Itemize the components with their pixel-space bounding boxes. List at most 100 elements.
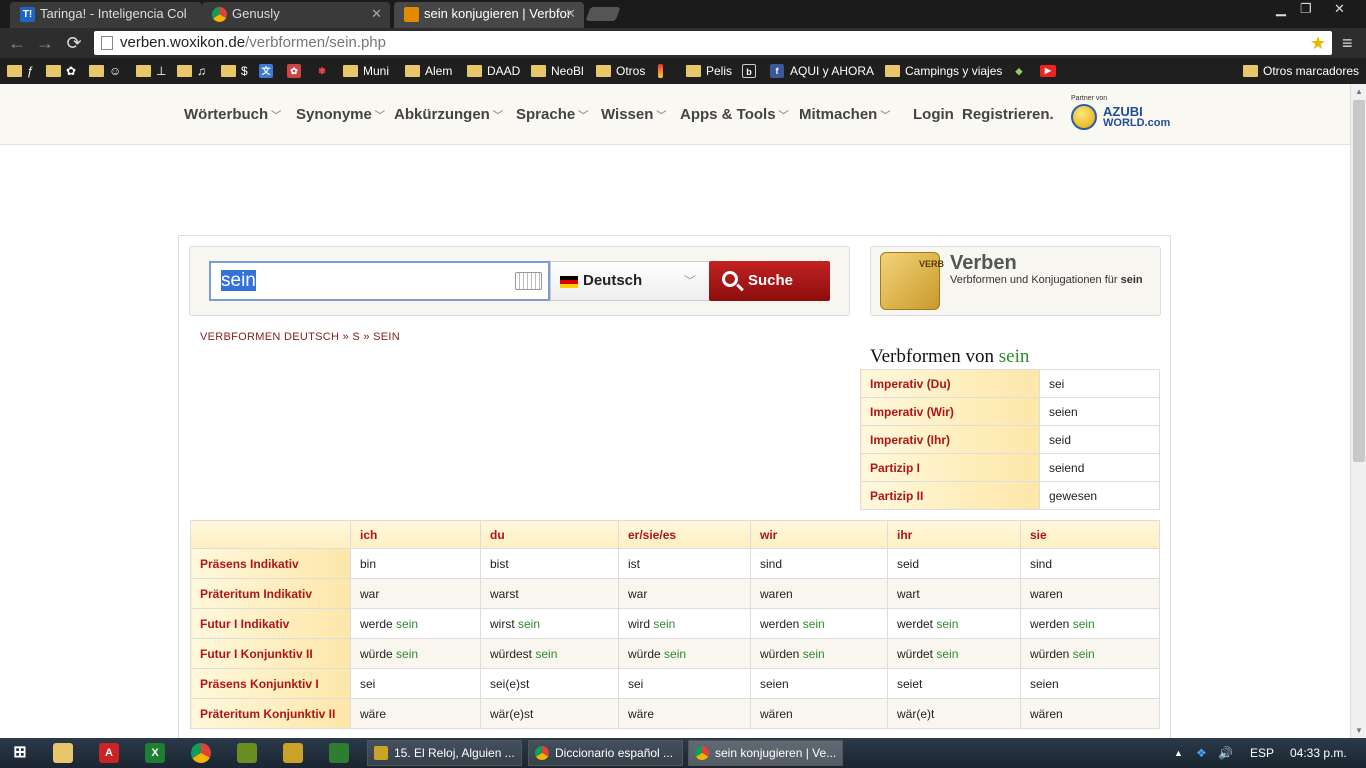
bookmark-folder[interactable]: ƒ (7, 62, 34, 80)
bookmark-photo[interactable]: ✿ (287, 62, 307, 80)
url-field[interactable]: verben.woxikon.de/verbformen/sein.php ★ (94, 31, 1332, 55)
task-label: 15. El Reloj, Alguien ... (394, 746, 515, 760)
bookmark-translate[interactable]: 文 (259, 62, 279, 80)
bookmark-android[interactable]: ◆ (1012, 62, 1032, 80)
infinitive-link[interactable]: sein (803, 617, 825, 631)
conjugation-cell: würde sein (350, 638, 481, 669)
bookmark-folder-muni[interactable]: Muni (343, 62, 389, 80)
app-icon[interactable] (283, 743, 303, 763)
tray-expand-icon[interactable]: ▲ (1174, 748, 1183, 758)
taskbar-task[interactable]: Diccionario español ... (528, 740, 683, 766)
chrome-menu-icon[interactable]: ≡ (1342, 33, 1353, 54)
chrome-icon[interactable] (191, 743, 211, 763)
infinitive-link[interactable]: sein (396, 647, 418, 661)
taskbar-task[interactable]: sein konjugieren | Ve... (688, 740, 843, 766)
infinitive-link[interactable]: sein (1073, 617, 1095, 631)
back-icon[interactable]: ← (6, 32, 28, 54)
verb-form: würden (760, 646, 803, 661)
infinitive-link[interactable]: sein (664, 647, 686, 661)
vertical-scrollbar[interactable]: ▲ ▼ (1350, 84, 1366, 738)
infinitive-link[interactable]: sein (535, 647, 557, 661)
taskbar-task[interactable]: 15. El Reloj, Alguien ... (367, 740, 522, 766)
bookmark-b[interactable]: b (742, 62, 762, 80)
minimize-icon[interactable]: ▁ (1276, 0, 1286, 18)
app-icon[interactable] (329, 743, 349, 763)
new-tab-button[interactable] (585, 7, 621, 21)
task-label: sein konjugieren | Ve... (715, 746, 837, 760)
language-indicator[interactable]: ESP (1250, 746, 1274, 760)
tab-genusly[interactable]: Genusly ✕ (202, 2, 390, 28)
forward-icon[interactable]: → (34, 32, 56, 54)
nav-sprache[interactable]: Sprache ﹀ (516, 106, 588, 123)
close-window-icon[interactable]: ✕ (1334, 0, 1345, 18)
conjugation-cell: werden sein (750, 608, 888, 639)
site-header: Wörterbuch ﹀ Synonyme ﹀ Abkürzungen ﹀ Sprac… (0, 84, 1350, 145)
bookmark-folder[interactable]: $ (221, 62, 248, 80)
bookmark-youtube[interactable]: ▶ (1040, 62, 1060, 80)
bookmark-folder[interactable]: ✿ (46, 62, 76, 80)
verb-form: sei(e)st (490, 676, 530, 691)
nav-apps-tools[interactable]: Apps & Tools ﹀ (680, 106, 789, 123)
bookmark-folder-otros[interactable]: Otros (596, 62, 645, 80)
excel-icon[interactable]: X (145, 743, 165, 763)
bookmark-folder[interactable]: ⊥ (136, 62, 166, 80)
infinitive-link[interactable]: sein (396, 617, 418, 631)
search-input[interactable]: sein (209, 261, 550, 301)
windows-start-icon[interactable]: ⊞ (10, 743, 30, 763)
register-link[interactable]: Registrieren. (962, 106, 1054, 123)
nav-synonyme[interactable]: Synonyme ﹀ (296, 106, 385, 123)
bookmark-folder-pelis[interactable]: Pelis (686, 62, 732, 80)
restore-icon[interactable]: ❐ (1300, 0, 1312, 18)
bookmark-folder[interactable]: ♫ (177, 62, 206, 80)
azubi-world-logo[interactable]: Partner von AZUBI WORLD.com (1071, 95, 1191, 135)
close-tab-icon[interactable]: ✕ (371, 2, 382, 26)
infinitive-link[interactable]: sein (653, 617, 675, 631)
acrobat-icon[interactable]: A (99, 743, 119, 763)
verb-form: wäre (628, 706, 655, 721)
infinitive-link[interactable]: sein (803, 647, 825, 661)
scroll-up-icon[interactable]: ▲ (1355, 87, 1363, 96)
bookmark-folder-daad[interactable]: DAAD (467, 62, 520, 80)
tab-taringa[interactable]: T! Taringa! - Inteligencia Col (10, 2, 202, 28)
clock[interactable]: 04:33 p.m. (1290, 746, 1347, 760)
nav-mitmachen[interactable]: Mitmachen ﹀ (799, 106, 890, 123)
bookmark-flower[interactable]: ✾ (315, 62, 335, 80)
volume-icon[interactable]: 🔊 (1218, 746, 1233, 760)
bookmark-aqui-y-ahora[interactable]: f AQUI y AHORA (770, 62, 874, 80)
bookmark-label: ƒ (27, 64, 34, 78)
chrome-icon (695, 746, 709, 760)
app-icon[interactable] (237, 743, 257, 763)
scroll-down-icon[interactable]: ▼ (1355, 726, 1363, 735)
nav-wissen[interactable]: Wissen ﹀ (601, 106, 666, 123)
bookmark-folder[interactable]: ☺ (89, 62, 121, 80)
login-link[interactable]: Login (913, 106, 954, 123)
tense-label: Präsens Indikativ (190, 548, 351, 579)
infinitive-link[interactable]: sein (518, 617, 540, 631)
nav-abkuerzungen[interactable]: Abkürzungen ﹀ (394, 106, 503, 123)
tense-label: Präsens Konjunktiv I (190, 668, 351, 699)
bookmark-bar[interactable] (658, 62, 678, 80)
infinitive-link[interactable]: sein (936, 647, 958, 661)
nav-woerterbuch[interactable]: Wörterbuch ﹀ (184, 106, 281, 123)
search-button[interactable]: Suche (709, 261, 830, 301)
close-tab-icon[interactable]: ✕ (565, 2, 576, 26)
dropbox-icon[interactable]: ❖ (1196, 746, 1207, 760)
bookmark-folder-campings[interactable]: Campings y viajes (885, 62, 1002, 80)
verb-form: wären (760, 706, 793, 721)
bookmark-folder-alem[interactable]: Alem (405, 62, 452, 80)
conjugation-cell: wären (1020, 698, 1160, 729)
conjugation-cell: sei(e)st (480, 668, 619, 699)
scroll-thumb[interactable] (1353, 100, 1365, 462)
verb-form: wirst (490, 616, 518, 631)
reload-icon[interactable]: ⟳ (63, 32, 85, 54)
keyboard-icon[interactable] (515, 272, 542, 290)
explorer-icon[interactable] (53, 743, 73, 763)
bookmark-other[interactable]: Otros marcadores (1243, 62, 1359, 80)
bookmark-star-icon[interactable]: ★ (1310, 31, 1326, 55)
infinitive-link[interactable]: sein (1073, 647, 1095, 661)
breadcrumb[interactable]: VERBFORMEN DEUTSCH » S » SEIN (200, 331, 400, 343)
tab-sein-konjugieren[interactable]: sein konjugieren | Verbfor ✕ (394, 2, 584, 28)
folder-icon (596, 65, 611, 77)
bookmark-folder-neobl[interactable]: NeoBl (531, 62, 584, 80)
infinitive-link[interactable]: sein (936, 617, 958, 631)
